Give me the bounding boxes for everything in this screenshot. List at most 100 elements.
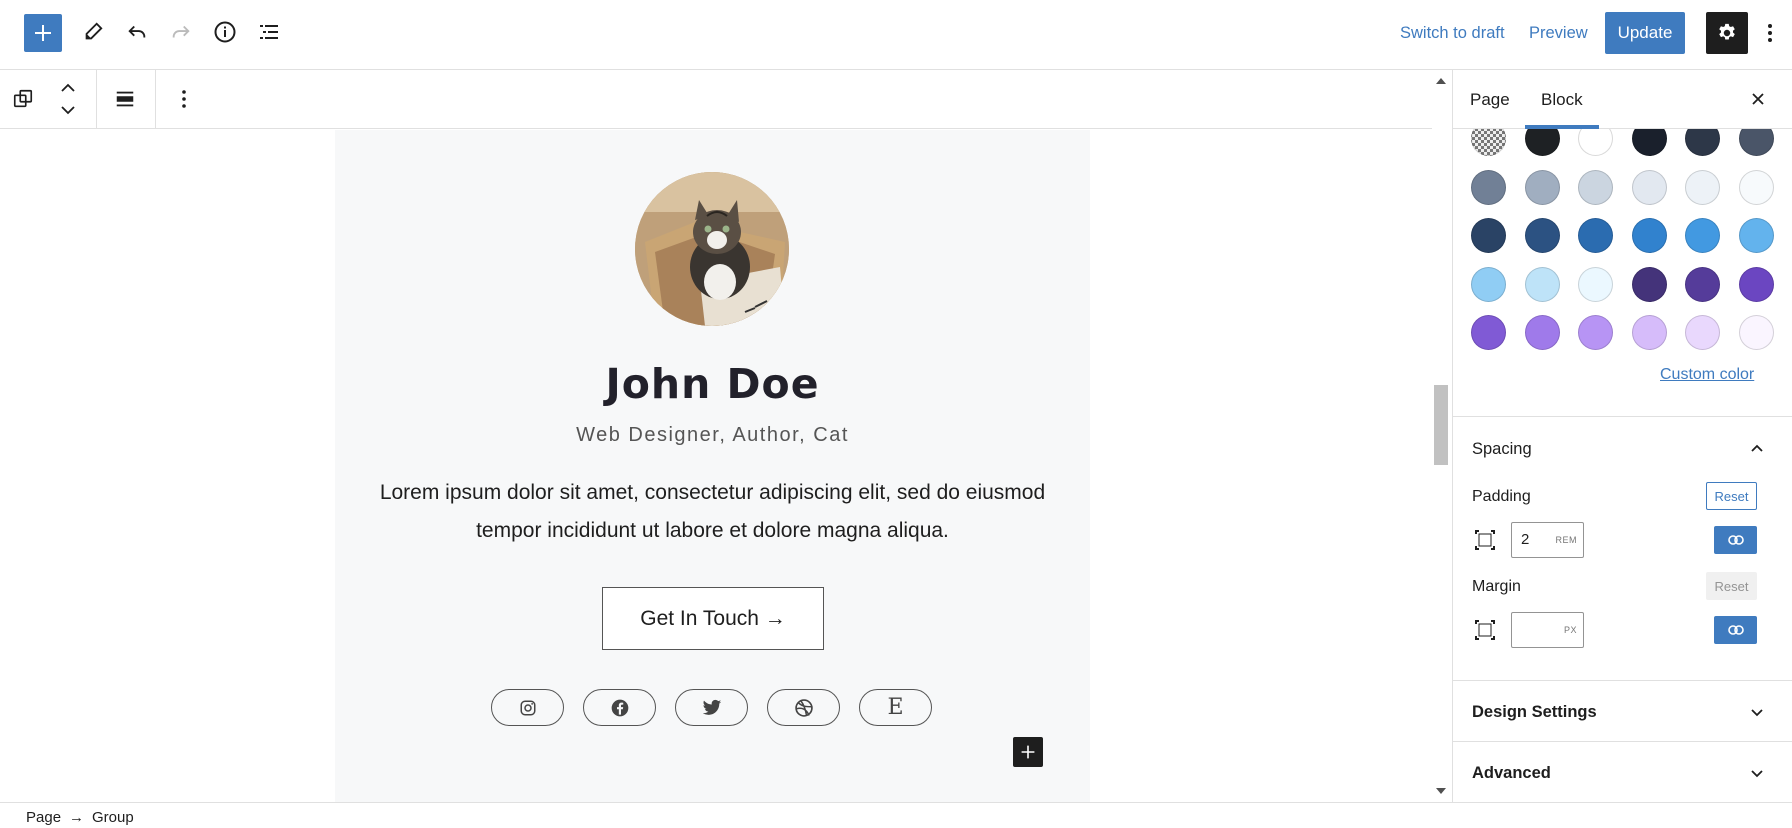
color-swatch[interactable] (1524, 315, 1560, 350)
color-swatch[interactable] (1471, 315, 1506, 350)
link-icon (1727, 625, 1744, 635)
padding-link-sides-button[interactable] (1714, 526, 1757, 554)
color-swatch[interactable] (1738, 315, 1774, 350)
close-sidebar-button[interactable] (1745, 86, 1771, 112)
chevron-up-icon (61, 83, 75, 92)
margin-unit[interactable]: PX (1564, 625, 1577, 635)
block-options-button[interactable] (174, 86, 194, 112)
spacing-panel-title[interactable]: Spacing (1472, 440, 1532, 459)
align-button[interactable] (112, 86, 138, 112)
scroll-down-arrow[interactable] (1436, 788, 1446, 794)
chevron-down-icon (61, 106, 75, 115)
margin-label: Margin (1472, 578, 1521, 595)
facebook-icon (611, 699, 628, 716)
pencil-icon (85, 22, 103, 40)
color-swatch[interactable] (1524, 169, 1560, 205)
spacing-panel-toggle[interactable] (1747, 438, 1767, 458)
gear-icon (1719, 23, 1735, 40)
margin-input[interactable]: PX (1511, 612, 1584, 648)
settings-button[interactable] (1706, 12, 1748, 54)
etsy-link[interactable]: E (859, 689, 932, 726)
color-swatch[interactable] (1471, 129, 1506, 156)
twitter-link[interactable] (675, 689, 748, 726)
advanced-toggle[interactable] (1747, 763, 1767, 783)
switch-to-draft-button[interactable]: Switch to draft (1400, 24, 1505, 43)
color-swatch[interactable] (1631, 266, 1667, 302)
color-swatch[interactable] (1631, 169, 1667, 205)
facebook-link[interactable] (583, 689, 656, 726)
undo-button[interactable] (118, 13, 156, 51)
etsy-icon: E (887, 695, 904, 720)
move-up-button[interactable] (56, 78, 80, 98)
padding-reset-button[interactable]: Reset (1706, 482, 1757, 510)
tab-block[interactable]: Block (1541, 90, 1583, 110)
instagram-link[interactable] (491, 689, 564, 726)
tools-button[interactable] (74, 13, 112, 51)
profile-name-heading[interactable]: John Doe (335, 360, 1090, 408)
list-view-icon (260, 25, 278, 39)
more-options-button[interactable] (1760, 14, 1780, 52)
scroll-up-arrow[interactable] (1436, 78, 1446, 84)
design-settings-panel-title[interactable]: Design Settings (1472, 703, 1597, 722)
toolbar-divider (155, 70, 156, 128)
padding-unit[interactable]: REM (1556, 535, 1578, 545)
color-palette (1453, 129, 1792, 369)
color-swatch[interactable] (1578, 315, 1613, 350)
custom-color-link[interactable]: Custom color (1660, 366, 1754, 384)
color-swatch[interactable] (1524, 266, 1560, 302)
padding-input[interactable]: 2 REM (1511, 522, 1584, 558)
color-swatch[interactable] (1524, 218, 1560, 253)
block-inserter-button[interactable] (1013, 737, 1043, 767)
color-swatch[interactable] (1471, 266, 1506, 302)
redo-button[interactable] (162, 13, 200, 51)
breadcrumb-item-group[interactable]: Group (92, 809, 134, 826)
canvas-scrollbar[interactable] (1432, 70, 1450, 802)
margin-link-sides-button[interactable] (1714, 616, 1757, 644)
color-swatch[interactable] (1685, 129, 1720, 156)
profile-tagline[interactable]: Web Designer, Author, Cat (335, 424, 1090, 447)
profile-bio-paragraph[interactable]: Lorem ipsum dolor sit amet, consectetur … (375, 474, 1050, 550)
scroll-thumb[interactable] (1434, 385, 1448, 465)
color-swatch[interactable] (1631, 218, 1667, 253)
color-swatch[interactable] (1685, 169, 1720, 205)
color-swatch[interactable] (1738, 266, 1774, 302)
get-in-touch-button[interactable]: Get In Touch → (602, 587, 824, 650)
color-swatch[interactable] (1685, 315, 1720, 350)
color-swatch[interactable] (1578, 169, 1613, 205)
twitter-icon (702, 699, 721, 715)
color-swatch[interactable] (1524, 129, 1560, 156)
breadcrumb-item-page[interactable]: Page (26, 809, 61, 826)
move-down-button[interactable] (56, 100, 80, 120)
details-button[interactable] (206, 13, 244, 51)
update-button[interactable]: Update (1605, 12, 1685, 54)
color-swatch[interactable] (1471, 218, 1506, 253)
advanced-panel-title[interactable]: Advanced (1472, 764, 1551, 783)
margin-reset-button[interactable]: Reset (1706, 572, 1757, 600)
design-settings-toggle[interactable] (1747, 702, 1767, 722)
list-view-button[interactable] (250, 13, 288, 51)
color-swatch[interactable] (1578, 129, 1613, 156)
color-swatch[interactable] (1738, 169, 1774, 205)
color-swatch[interactable] (1685, 218, 1720, 253)
color-swatch[interactable] (1578, 266, 1613, 302)
color-swatch[interactable] (1631, 129, 1667, 156)
add-block-button[interactable] (24, 14, 62, 52)
color-swatch[interactable] (1578, 218, 1613, 253)
preview-button[interactable]: Preview (1529, 24, 1588, 43)
cat-photo (635, 172, 789, 326)
dribbble-icon (794, 698, 813, 717)
color-swatch[interactable] (1631, 315, 1667, 350)
dribbble-link[interactable] (767, 689, 840, 726)
block-type-button[interactable] (10, 86, 36, 112)
plus-icon (35, 25, 51, 41)
color-swatch[interactable] (1471, 169, 1506, 205)
align-wide-icon (116, 91, 134, 107)
block-breadcrumb: Page → Group (0, 802, 1792, 828)
undo-icon (128, 25, 146, 38)
tab-page[interactable]: Page (1470, 90, 1510, 110)
group-block[interactable]: John Doe Web Designer, Author, Cat Lorem… (335, 130, 1090, 802)
color-swatch[interactable] (1685, 266, 1720, 302)
color-swatch[interactable] (1738, 218, 1774, 253)
color-swatch[interactable] (1738, 129, 1774, 156)
profile-avatar[interactable] (635, 172, 789, 326)
